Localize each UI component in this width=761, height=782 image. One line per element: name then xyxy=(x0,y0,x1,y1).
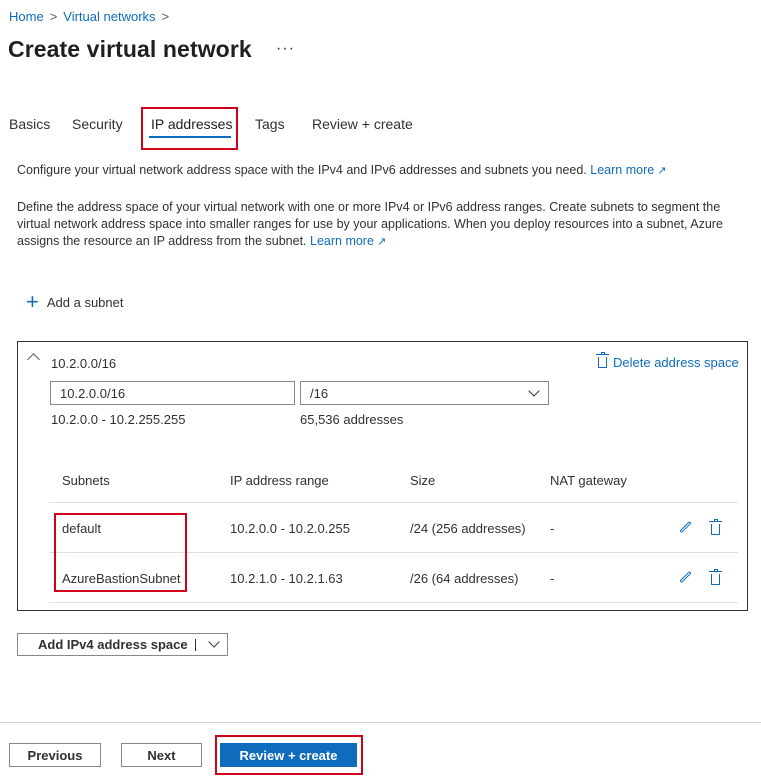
pencil-icon xyxy=(679,521,691,533)
column-header-ip-range: IP address range xyxy=(230,473,329,488)
breadcrumb-virtual-networks-link[interactable]: Virtual networks xyxy=(63,9,155,24)
subnet-range: 10.2.0.0 - 10.2.0.255 xyxy=(230,521,350,536)
subnet-size: /24 (256 addresses) xyxy=(410,521,526,536)
learn-more-label: Learn more xyxy=(310,234,374,248)
subnet-size: /26 (64 addresses) xyxy=(410,571,519,586)
edit-subnet-button[interactable] xyxy=(679,571,691,586)
description-intro: Configure your virtual network address s… xyxy=(17,162,747,180)
chevron-right-icon: > xyxy=(161,9,170,24)
tab-tags[interactable]: Tags xyxy=(255,116,285,132)
subnet-nat: - xyxy=(550,521,555,536)
previous-button[interactable]: Previous xyxy=(9,743,101,767)
subnet-link-default[interactable]: default xyxy=(62,521,101,536)
add-ipv4-address-space-button[interactable]: Add IPv4 address space xyxy=(17,633,228,656)
delete-subnet-button[interactable] xyxy=(709,519,722,538)
chevron-down-icon xyxy=(528,385,540,397)
breadcrumb-home-link[interactable]: Home xyxy=(9,9,44,24)
active-tab-indicator xyxy=(149,136,231,138)
tab-ip-addresses[interactable]: IP addresses xyxy=(151,116,232,132)
address-input[interactable]: 10.2.0.0/16 xyxy=(50,381,295,405)
address-range-text: 10.2.0.0 - 10.2.255.255 xyxy=(51,412,186,427)
learn-more-link[interactable]: Learn more ↗ xyxy=(310,234,386,248)
table-divider xyxy=(49,552,738,553)
delete-subnet-button[interactable] xyxy=(709,569,722,588)
column-header-subnets: Subnets xyxy=(62,473,110,488)
chevron-right-icon: > xyxy=(49,9,58,24)
description-intro-text: Configure your virtual network address s… xyxy=(17,163,587,177)
learn-more-link[interactable]: Learn more ↗ xyxy=(590,163,666,177)
footer-divider xyxy=(0,722,761,723)
next-button[interactable]: Next xyxy=(121,743,202,767)
subnet-range: 10.2.1.0 - 10.2.1.63 xyxy=(230,571,343,586)
add-subnet-label: Add a subnet xyxy=(46,294,124,310)
tab-review-create[interactable]: Review + create xyxy=(312,116,413,132)
tab-security[interactable]: Security xyxy=(72,116,123,132)
column-header-nat-gateway: NAT gateway xyxy=(550,473,627,488)
table-divider xyxy=(49,602,738,603)
external-link-icon: ↗ xyxy=(376,236,387,248)
external-link-icon: ↗ xyxy=(657,165,667,177)
pencil-icon xyxy=(679,571,691,583)
description-detail: Define the address space of your virtual… xyxy=(17,199,747,251)
trash-icon xyxy=(596,352,609,368)
column-header-size: Size xyxy=(410,473,436,488)
address-space-header: 10.2.0.0/16 xyxy=(51,356,117,371)
subnet-nat: - xyxy=(550,571,555,586)
edit-subnet-button[interactable] xyxy=(679,521,691,536)
subnet-link-azurebastionsubnet[interactable]: AzureBastionSubnet xyxy=(62,571,181,586)
trash-icon xyxy=(709,519,722,535)
prefix-dropdown[interactable]: /16 xyxy=(300,381,549,405)
more-options-icon[interactable]: ··· xyxy=(276,40,295,58)
plus-icon: + xyxy=(26,289,39,314)
split-divider xyxy=(195,639,196,651)
chevron-down-icon[interactable] xyxy=(208,636,220,648)
add-subnet-button[interactable]: + Add a subnet xyxy=(26,289,124,314)
prefix-dropdown-value: /16 xyxy=(310,386,329,401)
address-count-text: 65,536 addresses xyxy=(300,412,404,427)
breadcrumb: Home > Virtual networks > xyxy=(9,9,169,24)
delete-address-space-button[interactable]: Delete address space xyxy=(596,352,739,370)
review-create-button[interactable]: Review + create xyxy=(220,743,357,767)
tab-basics[interactable]: Basics xyxy=(9,116,50,132)
table-divider xyxy=(49,502,738,503)
page-title: Create virtual network xyxy=(8,36,252,62)
trash-icon xyxy=(709,569,722,585)
add-ipv4-label: Add IPv4 address space xyxy=(38,637,188,652)
delete-address-space-label: Delete address space xyxy=(613,355,739,370)
learn-more-label: Learn more xyxy=(590,163,655,177)
